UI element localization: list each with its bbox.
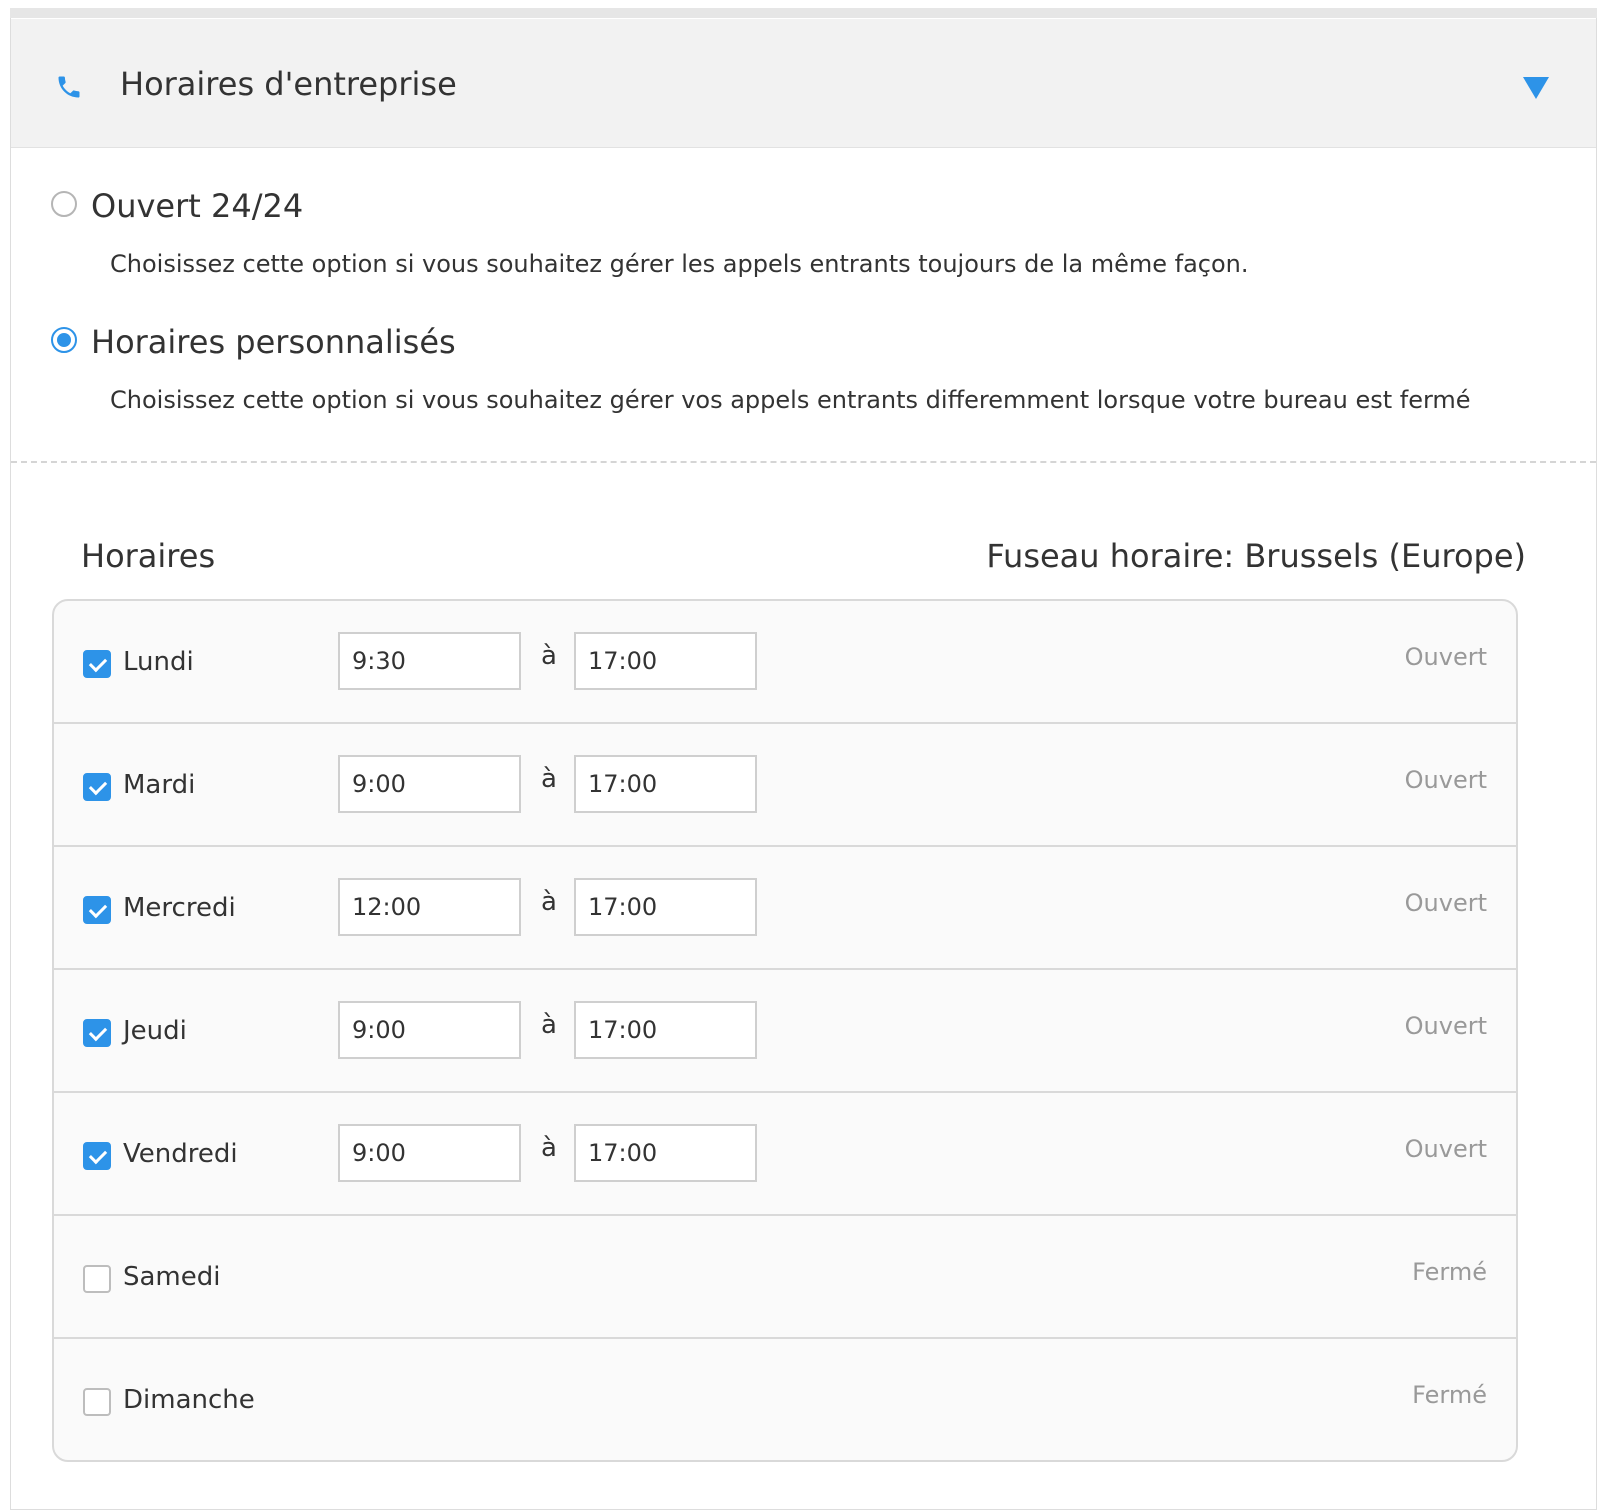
schedule-title: Horaires bbox=[81, 537, 216, 575]
day-label: Mercredi bbox=[123, 893, 236, 923]
business-hours-panel: Horaires d'entreprise Ouvert 24/24 Chois… bbox=[10, 8, 1597, 1510]
day-checkbox-saturday[interactable] bbox=[83, 1265, 111, 1293]
status-label: Ouvert bbox=[1404, 889, 1487, 917]
day-checkbox-wednesday[interactable] bbox=[83, 896, 111, 924]
day-label: Lundi bbox=[123, 647, 194, 677]
status-label: Fermé bbox=[1412, 1258, 1487, 1286]
option-custom-hours-label[interactable]: Horaires personnalisés bbox=[91, 323, 456, 361]
time-separator: à bbox=[541, 1133, 557, 1163]
end-time-input[interactable]: 17:00 bbox=[574, 1001, 757, 1059]
start-time-input[interactable]: 9:00 bbox=[338, 755, 521, 813]
status-label: Ouvert bbox=[1404, 643, 1487, 671]
start-time-input[interactable]: 12:00 bbox=[338, 878, 521, 936]
panel-header[interactable]: Horaires d'entreprise bbox=[11, 19, 1596, 148]
start-time-input[interactable]: 9:00 bbox=[338, 1124, 521, 1182]
day-checkbox-tuesday[interactable] bbox=[83, 773, 111, 801]
table-row: Vendredi 9:00 à 17:00 Ouvert bbox=[54, 1093, 1516, 1216]
day-label: Dimanche bbox=[123, 1385, 255, 1415]
panel-title: Horaires d'entreprise bbox=[120, 65, 457, 103]
day-label: Mardi bbox=[123, 770, 196, 800]
radio-custom-hours[interactable] bbox=[51, 327, 77, 353]
option-custom-hours-description: Choisissez cette option si vous souhaite… bbox=[110, 386, 1471, 414]
time-separator: à bbox=[541, 641, 557, 671]
end-time-input[interactable]: 17:00 bbox=[574, 632, 757, 690]
time-separator: à bbox=[541, 1010, 557, 1040]
status-label: Ouvert bbox=[1404, 1135, 1487, 1163]
time-separator: à bbox=[541, 887, 557, 917]
end-time-input[interactable]: 17:00 bbox=[574, 1124, 757, 1182]
radio-open-24-7[interactable] bbox=[51, 191, 77, 217]
status-label: Fermé bbox=[1412, 1381, 1487, 1409]
timezone-label: Fuseau horaire: Brussels (Europe) bbox=[986, 537, 1526, 575]
start-time-input[interactable]: 9:30 bbox=[338, 632, 521, 690]
section-divider bbox=[11, 461, 1596, 463]
time-separator: à bbox=[541, 764, 557, 794]
status-label: Ouvert bbox=[1404, 766, 1487, 794]
table-row: Dimanche Fermé bbox=[54, 1339, 1516, 1460]
end-time-input[interactable]: 17:00 bbox=[574, 755, 757, 813]
day-checkbox-sunday[interactable] bbox=[83, 1388, 111, 1416]
table-row: Mercredi 12:00 à 17:00 Ouvert bbox=[54, 847, 1516, 970]
table-row: Samedi Fermé bbox=[54, 1216, 1516, 1339]
day-checkbox-friday[interactable] bbox=[83, 1142, 111, 1170]
option-open-24-7-description: Choisissez cette option si vous souhaite… bbox=[110, 250, 1249, 278]
end-time-input[interactable]: 17:00 bbox=[574, 878, 757, 936]
day-checkbox-monday[interactable] bbox=[83, 650, 111, 678]
day-label: Samedi bbox=[123, 1262, 221, 1292]
table-row: Jeudi 9:00 à 17:00 Ouvert bbox=[54, 970, 1516, 1093]
day-label: Jeudi bbox=[123, 1016, 187, 1046]
day-checkbox-thursday[interactable] bbox=[83, 1019, 111, 1047]
table-row: Lundi 9:30 à 17:00 Ouvert bbox=[54, 601, 1516, 724]
hours-mode-options: Ouvert 24/24 Choisissez cette option si … bbox=[11, 147, 1596, 477]
schedule-table: Lundi 9:30 à 17:00 Ouvert Mardi 9:00 à 1… bbox=[52, 599, 1518, 1462]
table-row: Mardi 9:00 à 17:00 Ouvert bbox=[54, 724, 1516, 847]
day-label: Vendredi bbox=[123, 1139, 238, 1169]
option-open-24-7-label[interactable]: Ouvert 24/24 bbox=[91, 187, 303, 225]
phone-icon bbox=[58, 76, 80, 98]
start-time-input[interactable]: 9:00 bbox=[338, 1001, 521, 1059]
status-label: Ouvert bbox=[1404, 1012, 1487, 1040]
chevron-down-icon[interactable] bbox=[1523, 77, 1549, 99]
